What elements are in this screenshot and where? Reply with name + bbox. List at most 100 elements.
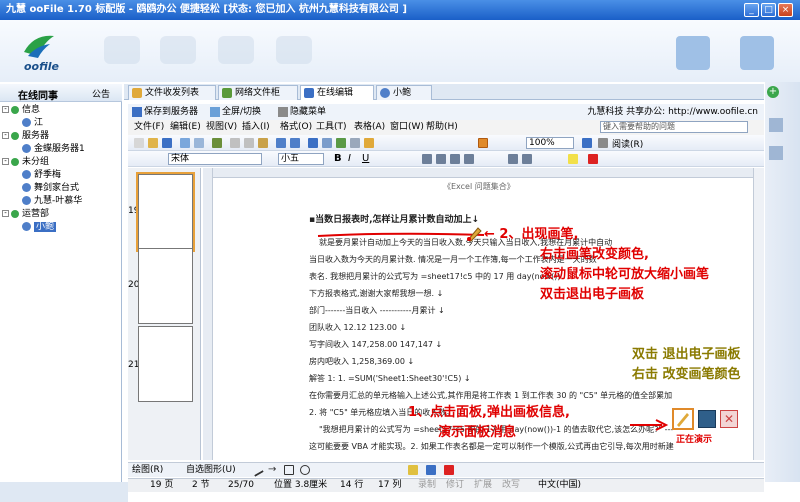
- cut-icon[interactable]: [230, 138, 240, 148]
- member-item-selected[interactable]: 小鲍: [22, 219, 57, 232]
- fill-color-icon[interactable]: [408, 465, 418, 475]
- highlight-icon[interactable]: [568, 154, 578, 164]
- columns-icon[interactable]: [350, 138, 360, 148]
- italic-icon[interactable]: I: [348, 154, 358, 164]
- excel-icon[interactable]: [336, 138, 346, 148]
- hide-menu-button[interactable]: 隐藏菜单: [290, 104, 326, 120]
- whiteboard-icon[interactable]: [698, 410, 716, 428]
- help-search-input[interactable]: 键入需要帮助的问题: [600, 121, 748, 133]
- bold-icon[interactable]: B: [334, 154, 344, 164]
- note-icon[interactable]: [769, 118, 783, 132]
- font-select[interactable]: 宋体: [168, 153, 262, 165]
- transfer-icon[interactable]: [104, 36, 140, 64]
- arrow-icon[interactable]: →: [268, 465, 278, 475]
- network-icon[interactable]: [276, 36, 312, 64]
- ellipse-icon[interactable]: [300, 465, 310, 475]
- pen-board-button[interactable]: [672, 408, 694, 430]
- spell-icon[interactable]: [212, 138, 222, 148]
- undo-icon[interactable]: [276, 138, 286, 148]
- pen-tool-icon[interactable]: [478, 138, 488, 148]
- menu-window[interactable]: 窗口(W): [390, 120, 424, 135]
- status-overwrite[interactable]: 改写: [502, 479, 520, 492]
- menu-edit[interactable]: 编辑(E): [170, 120, 201, 135]
- member-item[interactable]: 金蝶服务器1: [22, 141, 85, 154]
- drawing-icon[interactable]: [364, 138, 374, 148]
- close-button[interactable]: ×: [778, 3, 793, 17]
- table-icon[interactable]: [322, 138, 332, 148]
- company-link[interactable]: 九慧科技 共享办公: http://www.oofile.cn: [587, 104, 758, 120]
- annotation-2-line2: 右击画笔改变颜色,: [540, 247, 649, 262]
- share-icon[interactable]: [769, 146, 783, 160]
- tab-network-cabinet[interactable]: 网络文件柜: [218, 85, 298, 100]
- member-item[interactable]: 舒季梅: [22, 167, 61, 180]
- drawing-toolbar: 绘图(R) 自选图形(U) →: [128, 462, 764, 477]
- font-color-icon[interactable]: [588, 154, 598, 164]
- exit-board-icon[interactable]: ✕: [720, 410, 738, 428]
- font-color-draw-icon[interactable]: [444, 465, 454, 475]
- menu-format[interactable]: 格式(O): [280, 120, 312, 135]
- group-operations[interactable]: - 运营部: [2, 206, 49, 219]
- line-color-icon[interactable]: [426, 465, 436, 475]
- camera-icon[interactable]: [218, 36, 254, 64]
- line-icon[interactable]: [250, 463, 264, 477]
- menu-insert[interactable]: 插入(I): [242, 120, 270, 135]
- preview-icon[interactable]: [194, 138, 204, 148]
- justify-icon[interactable]: [464, 154, 474, 164]
- user-icon: [22, 144, 31, 153]
- add-icon[interactable]: +: [767, 86, 779, 98]
- align-center-icon[interactable]: [436, 154, 446, 164]
- read-button[interactable]: 阅读(R): [612, 137, 643, 150]
- underline-icon[interactable]: U: [362, 154, 372, 164]
- bullets-icon[interactable]: [522, 154, 532, 164]
- doc-toolbar: 保存到服务器 全屏/切换 隐藏菜单 九慧科技 共享办公: http://www.…: [128, 104, 764, 120]
- vertical-scrollbar[interactable]: [753, 168, 764, 460]
- read-icon[interactable]: [598, 138, 608, 148]
- status-record[interactable]: 录制: [418, 479, 436, 492]
- menu-file[interactable]: 文件(F): [134, 120, 164, 135]
- help-icon[interactable]: [582, 138, 592, 148]
- minimize-button[interactable]: _: [744, 3, 759, 17]
- status-revise[interactable]: 修订: [446, 479, 464, 492]
- new-icon[interactable]: [134, 138, 144, 148]
- maximize-button[interactable]: □: [761, 3, 776, 17]
- monitor-icon[interactable]: [160, 36, 196, 64]
- group-info[interactable]: - 信息: [2, 102, 40, 115]
- member-item[interactable]: 九慧-叶慕华: [22, 193, 82, 206]
- save-to-server-button[interactable]: 保存到服务器: [144, 104, 198, 120]
- hyperlink-icon[interactable]: [308, 138, 318, 148]
- org-chart-icon[interactable]: [676, 36, 710, 70]
- page-thumbnail[interactable]: [138, 326, 193, 402]
- open-icon[interactable]: [148, 138, 158, 148]
- menu-view[interactable]: 视图(V): [206, 120, 237, 135]
- page-thumbnail[interactable]: [138, 248, 193, 324]
- member-item[interactable]: 江: [22, 115, 43, 128]
- copy-icon[interactable]: [244, 138, 254, 148]
- member-item[interactable]: 舞剑家台式: [22, 180, 79, 193]
- save-icon[interactable]: [162, 138, 172, 148]
- menu-table[interactable]: 表格(A): [354, 120, 385, 135]
- size-select[interactable]: 小五: [278, 153, 324, 165]
- doc-line: 部门-------当日收入 -----------月累计 ↓: [309, 306, 445, 315]
- group-ungrouped[interactable]: - 未分组: [2, 154, 49, 167]
- align-left-icon[interactable]: [422, 154, 432, 164]
- user-profile-icon[interactable]: [740, 36, 774, 70]
- group-server[interactable]: - 服务器: [2, 128, 49, 141]
- rectangle-icon[interactable]: [284, 465, 294, 475]
- status-extend[interactable]: 扩展: [474, 479, 492, 492]
- fullscreen-button[interactable]: 全屏/切换: [222, 104, 261, 120]
- zoom-select[interactable]: 100%: [526, 137, 574, 149]
- numbering-icon[interactable]: [508, 154, 518, 164]
- menu-help[interactable]: 帮助(H): [426, 120, 458, 135]
- tab-file-transfer[interactable]: 文件收发列表: [128, 85, 216, 100]
- tab-online-edit[interactable]: 在线编辑: [300, 85, 374, 100]
- align-right-icon[interactable]: [450, 154, 460, 164]
- paste-icon[interactable]: [258, 138, 268, 148]
- print-icon[interactable]: [180, 138, 190, 148]
- autoshape-menu[interactable]: 自选图形(U): [186, 463, 236, 477]
- page-thumbnail-selected[interactable]: [136, 172, 195, 252]
- tab-xiaobao[interactable]: 小鲍: [376, 85, 432, 100]
- announcement-button[interactable]: 公告: [92, 87, 110, 100]
- menu-tools[interactable]: 工具(T): [316, 120, 347, 135]
- redo-icon[interactable]: [290, 138, 300, 148]
- draw-menu[interactable]: 绘图(R): [132, 463, 163, 477]
